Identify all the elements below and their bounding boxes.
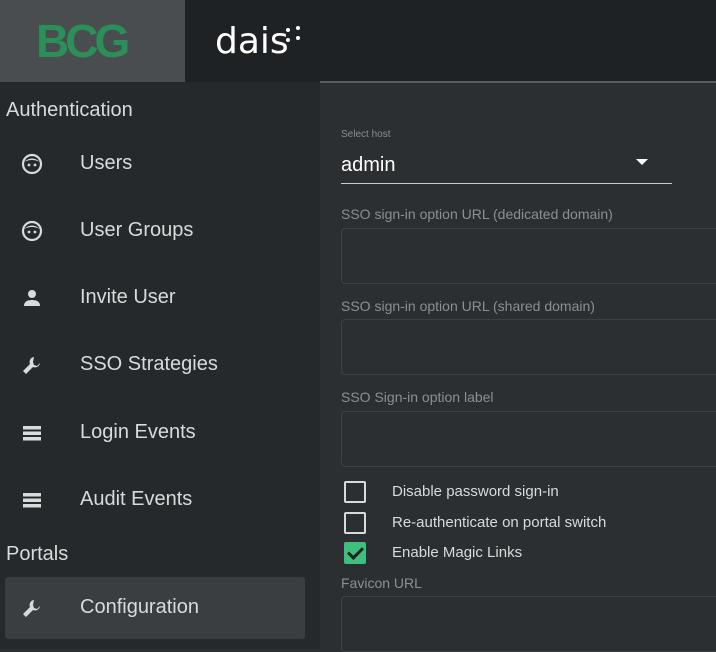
sidebar-item-configuration[interactable]: Configuration [5, 577, 305, 639]
sidebar-item-user-groups[interactable]: User Groups [5, 200, 305, 262]
sidebar-item-invite-user[interactable]: Invite User [5, 267, 305, 329]
sidebar-item-label: Configuration [80, 596, 199, 618]
sidebar-item-label: Audit Events [80, 488, 193, 510]
section-title-portals: Portals [6, 543, 69, 565]
logo-text: BCG [36, 15, 130, 67]
section-title-authentication: Authentication [6, 99, 133, 121]
reauthenticate-row[interactable]: Re-authenticate on portal switch [344, 512, 704, 536]
sidebar-item-label: Login Events [80, 421, 196, 443]
checkbox-label: Enable Magic Links [392, 544, 523, 561]
sidebar-item-sso-strategies[interactable]: SSO Strategies [5, 334, 305, 396]
favicon-url-input[interactable] [341, 596, 716, 652]
face-icon [21, 153, 43, 175]
sidebar-item-label: SSO Strategies [80, 353, 218, 375]
host-select-label: Select host [341, 129, 391, 140]
person-icon [24, 290, 40, 306]
chevron-down-icon[interactable] [636, 159, 648, 165]
sidebar-item-label: User Groups [80, 219, 194, 241]
wrench-icon [23, 357, 40, 374]
sidebar-item-label: Users [80, 152, 133, 174]
checkbox-label: Re-authenticate on portal switch [392, 514, 607, 531]
enable-magic-links-row[interactable]: Enable Magic Links [344, 542, 704, 566]
sso-url-shared-input[interactable] [341, 319, 716, 375]
reauthenticate-checkbox[interactable] [344, 512, 366, 534]
host-select[interactable]: admin [341, 153, 395, 177]
disable-password-signin-checkbox[interactable] [344, 481, 366, 503]
sidebar-item-users[interactable]: Users [5, 133, 305, 195]
logo[interactable]: BCG [0, 0, 185, 82]
favicon-url-label: Favicon URL [341, 575, 422, 591]
brand-name: dais [215, 21, 289, 62]
sidebar-item-label: Invite User [80, 286, 176, 308]
sso-option-label-input[interactable] [341, 411, 716, 467]
enable-magic-links-checkbox[interactable] [344, 542, 366, 564]
sso-url-shared-label: SSO sign-in option URL (shared domain) [341, 298, 595, 314]
list-icon [23, 426, 41, 441]
sso-url-dedicated-input[interactable] [341, 228, 716, 284]
sidebar: Authentication Users User Groups Invite … [0, 82, 320, 649]
sso-option-label-label: SSO Sign-in option label [341, 389, 494, 405]
sso-url-dedicated-label: SSO sign-in option URL (dedicated domain… [341, 206, 613, 222]
wrench-icon [23, 600, 40, 617]
sidebar-item-login-events[interactable]: Login Events [5, 402, 305, 464]
sidebar-item-audit-events[interactable]: Audit Events [5, 469, 305, 531]
brand-dots-icon [284, 26, 308, 46]
list-icon [23, 493, 41, 508]
host-select-underline [341, 183, 672, 184]
disable-password-signin-row[interactable]: Disable password sign-in [344, 481, 704, 505]
face-icon [21, 220, 43, 242]
main-content: Select host admin SSO sign-in option URL… [320, 83, 716, 652]
top-bar: BCG dais [0, 0, 716, 82]
checkbox-label: Disable password sign-in [392, 483, 559, 500]
